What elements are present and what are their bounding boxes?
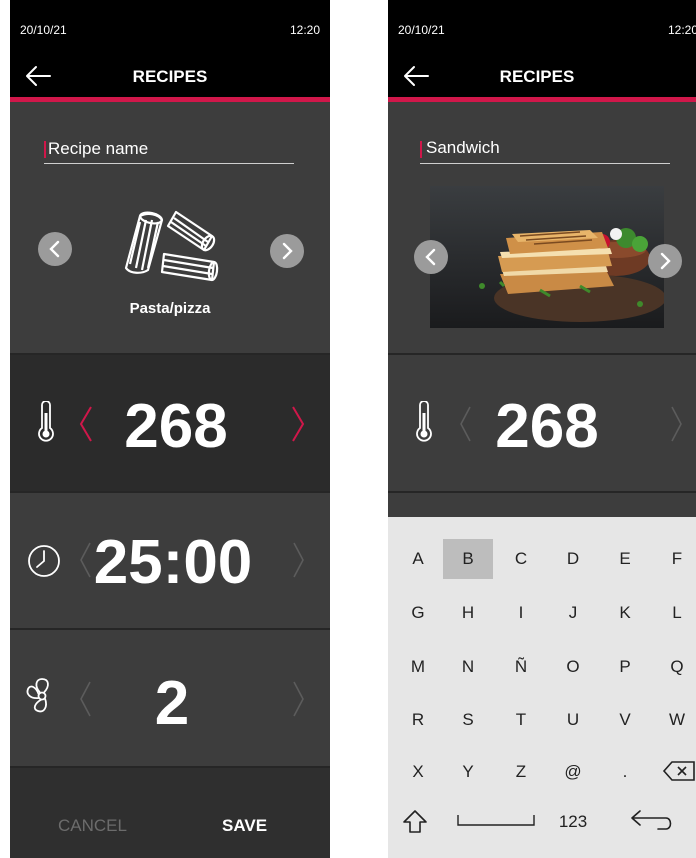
key-p[interactable]: P bbox=[600, 647, 650, 687]
key-y[interactable]: Y bbox=[443, 752, 493, 792]
space-bar-icon[interactable] bbox=[456, 813, 536, 827]
key-x[interactable]: X bbox=[393, 752, 443, 792]
temperature-value: 268 bbox=[495, 392, 599, 461]
header-bar: RECIPES bbox=[10, 50, 330, 102]
key-ñ[interactable]: Ñ bbox=[496, 647, 546, 687]
on-screen-keyboard: A B C D E F G H I J K L M N Ñ O P Q R S T U V W X Y Z @. 123 bbox=[388, 517, 696, 858]
key-d[interactable]: D bbox=[548, 539, 598, 579]
key-h[interactable]: H bbox=[443, 593, 493, 633]
status-bar: 20/10/21 12:20 bbox=[388, 0, 696, 50]
increase-temperature-arrow[interactable] bbox=[290, 405, 306, 443]
numbers-key[interactable]: 123 bbox=[548, 802, 598, 842]
cancel-button[interactable]: CANCEL bbox=[58, 816, 127, 836]
backspace-icon[interactable] bbox=[662, 760, 696, 782]
recipe-name-input[interactable]: Recipe name bbox=[44, 134, 294, 164]
key-a[interactable]: A bbox=[393, 539, 443, 579]
key-q[interactable]: Q bbox=[652, 647, 696, 687]
key-z[interactable]: Z bbox=[496, 752, 546, 792]
key-f[interactable]: F bbox=[652, 539, 696, 579]
key-i[interactable]: I bbox=[496, 593, 546, 633]
key-w[interactable]: W bbox=[652, 700, 696, 740]
category-label: Pasta/pizza bbox=[129, 300, 211, 317]
recipe-name-input[interactable]: Sandwich bbox=[420, 134, 670, 164]
key-at[interactable]: @ bbox=[548, 752, 598, 792]
recipe-name-entry-screen: 20/10/21 12:20 RECIPES Sandwich 268 A B … bbox=[388, 0, 696, 858]
time-value: 25:00 bbox=[93, 528, 253, 597]
temperature-value: 268 bbox=[124, 392, 228, 461]
footer-bar: CANCEL SAVE bbox=[10, 766, 330, 858]
status-date: 20/10/21 bbox=[398, 23, 445, 37]
temperature-row: 268 bbox=[10, 353, 330, 491]
next-image-button[interactable] bbox=[648, 244, 682, 278]
previous-category-button[interactable] bbox=[38, 232, 72, 266]
recipe-editor-screen: 20/10/21 12:20 RECIPES Recipe name Pasta… bbox=[10, 0, 330, 858]
text-cursor bbox=[420, 141, 422, 158]
text-cursor bbox=[44, 141, 46, 158]
header-bar: RECIPES bbox=[388, 50, 696, 102]
increase-fan-arrow[interactable] bbox=[292, 680, 306, 718]
key-l[interactable]: L bbox=[652, 593, 696, 633]
key-v[interactable]: V bbox=[600, 700, 650, 740]
next-category-button[interactable] bbox=[270, 234, 304, 268]
time-row: 25:00 bbox=[10, 491, 330, 628]
chevron-left-icon bbox=[49, 240, 60, 258]
recipe-name-text: Sandwich bbox=[426, 138, 500, 157]
key-g[interactable]: G bbox=[393, 593, 443, 633]
status-bar: 20/10/21 12:20 bbox=[10, 0, 330, 50]
increase-temperature-arrow[interactable] bbox=[670, 405, 684, 443]
key-o[interactable]: O bbox=[548, 647, 598, 687]
increase-time-arrow[interactable] bbox=[292, 541, 306, 579]
enter-icon[interactable] bbox=[628, 807, 676, 833]
key-n[interactable]: N bbox=[443, 647, 493, 687]
page-title: RECIPES bbox=[499, 67, 575, 86]
key-k[interactable]: K bbox=[600, 593, 650, 633]
temperature-row: 268 bbox=[388, 353, 696, 491]
pasta-icon bbox=[124, 210, 219, 282]
sandwich-photo bbox=[430, 186, 664, 328]
chevron-left-icon bbox=[425, 248, 436, 266]
recipe-name-text: Recipe name bbox=[48, 139, 149, 158]
save-button[interactable]: SAVE bbox=[222, 816, 267, 836]
key-dot[interactable]: . bbox=[600, 752, 650, 792]
chevron-right-icon bbox=[282, 242, 293, 260]
status-time: 12:20 bbox=[667, 23, 696, 37]
key-c[interactable]: C bbox=[496, 539, 546, 579]
chevron-right-icon bbox=[660, 252, 671, 270]
page-title: RECIPES bbox=[132, 67, 208, 86]
key-e[interactable]: E bbox=[600, 539, 650, 579]
fan-row: 2 bbox=[10, 628, 330, 766]
key-s[interactable]: S bbox=[443, 700, 493, 740]
key-m[interactable]: M bbox=[393, 647, 443, 687]
previous-image-button[interactable] bbox=[414, 240, 448, 274]
key-r[interactable]: R bbox=[393, 700, 443, 740]
shift-icon[interactable] bbox=[402, 809, 428, 835]
key-u[interactable]: U bbox=[548, 700, 598, 740]
key-b[interactable]: B bbox=[443, 539, 493, 579]
fan-speed-value: 2 bbox=[154, 669, 190, 738]
key-j[interactable]: J bbox=[548, 593, 598, 633]
status-time: 12:20 bbox=[289, 23, 320, 37]
status-date: 20/10/21 bbox=[20, 23, 67, 37]
key-t[interactable]: T bbox=[496, 700, 546, 740]
